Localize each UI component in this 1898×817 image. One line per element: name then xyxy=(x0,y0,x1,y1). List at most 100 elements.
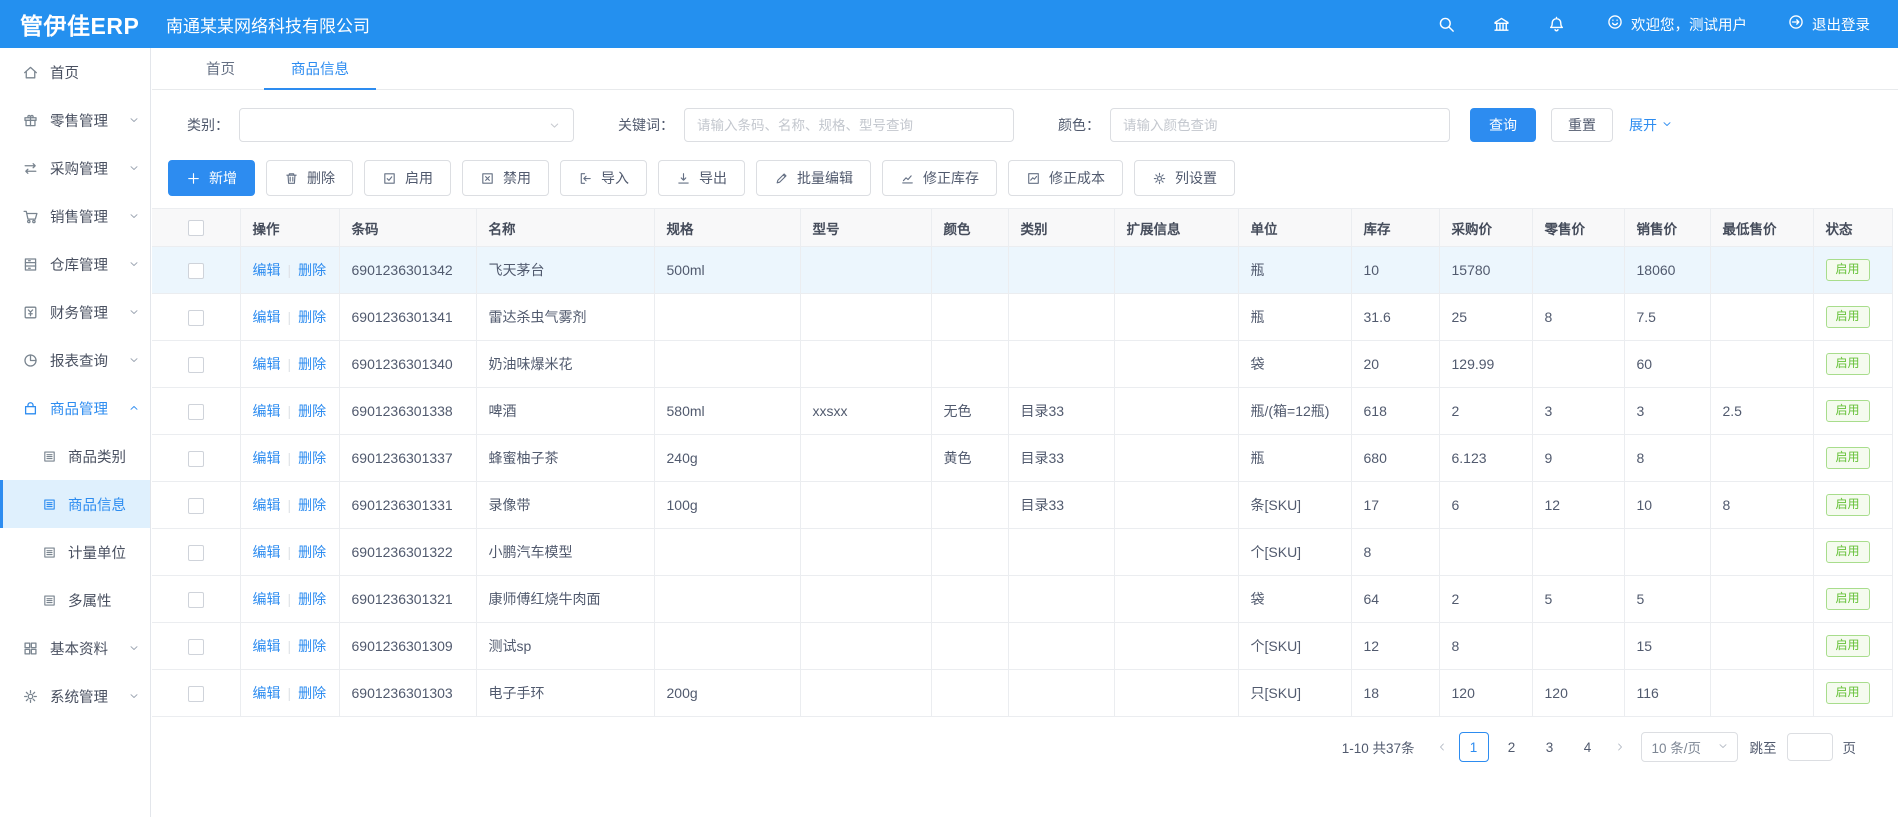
toolbar-button-导入[interactable]: 导入 xyxy=(560,160,647,196)
table-cell xyxy=(1710,294,1813,341)
table-cell: 116 xyxy=(1624,670,1710,717)
table-cell xyxy=(1710,341,1813,388)
toolbar-button-启用[interactable]: 启用 xyxy=(364,160,451,196)
toolbar-button-修正库存[interactable]: 修正库存 xyxy=(882,160,997,196)
sidebar-item-商品类别[interactable]: 商品类别 xyxy=(0,432,150,480)
edit-link[interactable]: 编辑 xyxy=(253,591,281,607)
table-cell xyxy=(1008,670,1114,717)
toolbar-button-列设置[interactable]: 列设置 xyxy=(1134,160,1235,196)
edit-link[interactable]: 编辑 xyxy=(253,685,281,701)
chevron-down-icon xyxy=(128,690,140,702)
table-cell: 个[SKU] xyxy=(1238,623,1351,670)
edit-link[interactable]: 编辑 xyxy=(253,638,281,654)
table-cell xyxy=(931,623,1008,670)
row-checkbox[interactable] xyxy=(188,592,204,608)
table-cell: 120 xyxy=(1439,670,1532,717)
row-checkbox[interactable] xyxy=(188,639,204,655)
expand-link[interactable]: 展开 xyxy=(1629,115,1673,135)
chevron-down-icon xyxy=(1661,118,1673,130)
sidebar-item-label: 采购管理 xyxy=(50,158,108,179)
delete-link[interactable]: 删除 xyxy=(298,356,326,372)
page-suffix: 页 xyxy=(1843,737,1857,757)
next-page-button[interactable] xyxy=(1607,732,1633,762)
table-cell xyxy=(931,294,1008,341)
sidebar-item-商品管理[interactable]: 商品管理 xyxy=(0,384,150,432)
jump-page-input[interactable] xyxy=(1787,733,1833,761)
prev-page-button[interactable] xyxy=(1429,732,1455,762)
edit-link[interactable]: 编辑 xyxy=(253,497,281,513)
sidebar-item-系统管理[interactable]: 系统管理 xyxy=(0,672,150,720)
sidebar-item-计量单位[interactable]: 计量单位 xyxy=(0,528,150,576)
edit-link[interactable]: 编辑 xyxy=(253,356,281,372)
delete-link[interactable]: 删除 xyxy=(298,497,326,513)
row-checkbox[interactable] xyxy=(188,310,204,326)
delete-link[interactable]: 删除 xyxy=(298,685,326,701)
sidebar-item-采购管理[interactable]: 采购管理 xyxy=(0,144,150,192)
page-button-3[interactable]: 3 xyxy=(1535,732,1565,762)
tab-商品信息[interactable]: 商品信息 xyxy=(291,48,349,89)
delete-link[interactable]: 删除 xyxy=(298,544,326,560)
delete-link[interactable]: 删除 xyxy=(298,309,326,325)
sidebar-item-销售管理[interactable]: 销售管理 xyxy=(0,192,150,240)
toolbar-button-修正成本[interactable]: 修正成本 xyxy=(1008,160,1123,196)
select-all-checkbox[interactable] xyxy=(188,220,204,236)
color-input[interactable] xyxy=(1110,108,1450,142)
toolbar-button-禁用[interactable]: 禁用 xyxy=(462,160,549,196)
sidebar-item-报表查询[interactable]: 报表查询 xyxy=(0,336,150,384)
row-checkbox[interactable] xyxy=(188,686,204,702)
delete-link[interactable]: 删除 xyxy=(298,591,326,607)
keyword-input[interactable] xyxy=(684,108,1014,142)
page-button-2[interactable]: 2 xyxy=(1497,732,1527,762)
column-header: 采购价 xyxy=(1439,209,1532,247)
row-checkbox[interactable] xyxy=(188,404,204,420)
bell-icon[interactable] xyxy=(1547,15,1566,34)
search-button[interactable]: 查询 xyxy=(1470,108,1536,142)
edit-link[interactable]: 编辑 xyxy=(253,450,281,466)
sidebar-item-首页[interactable]: 首页 xyxy=(0,48,150,96)
table-cell: 6 xyxy=(1439,482,1532,529)
toolbar-button-批量编辑[interactable]: 批量编辑 xyxy=(756,160,871,196)
delete-link[interactable]: 删除 xyxy=(298,638,326,654)
logout-button[interactable]: 退出登录 xyxy=(1787,13,1870,35)
sidebar-item-仓库管理[interactable]: 仓库管理 xyxy=(0,240,150,288)
row-checkbox[interactable] xyxy=(188,545,204,561)
bank-icon[interactable] xyxy=(1492,15,1511,34)
edit-link[interactable]: 编辑 xyxy=(253,309,281,325)
report-icon xyxy=(22,352,39,369)
edit-link[interactable]: 编辑 xyxy=(253,403,281,419)
tab-首页[interactable]: 首页 xyxy=(206,48,235,89)
reset-button[interactable]: 重置 xyxy=(1551,108,1613,142)
row-checkbox[interactable] xyxy=(188,263,204,279)
welcome-user[interactable]: 欢迎您，测试用户 xyxy=(1606,13,1747,35)
row-checkbox[interactable] xyxy=(188,357,204,373)
table-cell xyxy=(1008,294,1114,341)
sidebar-item-零售管理[interactable]: 零售管理 xyxy=(0,96,150,144)
delete-link[interactable]: 删除 xyxy=(298,262,326,278)
status-badge: 启用 xyxy=(1826,682,1870,704)
delete-link[interactable]: 删除 xyxy=(298,403,326,419)
sidebar-item-商品信息[interactable]: 商品信息 xyxy=(0,480,150,528)
toolbar-button-删除[interactable]: 删除 xyxy=(266,160,353,196)
edit-link[interactable]: 编辑 xyxy=(253,262,281,278)
table-cell: 9 xyxy=(1532,435,1624,482)
sidebar-item-多属性[interactable]: 多属性 xyxy=(0,576,150,624)
page-button-1[interactable]: 1 xyxy=(1459,732,1489,762)
welcome-text: 欢迎您，测试用户 xyxy=(1631,14,1747,35)
sidebar-item-财务管理[interactable]: 财务管理 xyxy=(0,288,150,336)
category-select[interactable] xyxy=(239,108,574,142)
table-cell: 18 xyxy=(1351,670,1439,717)
edit-link[interactable]: 编辑 xyxy=(253,544,281,560)
table-cell: 8 xyxy=(1624,435,1710,482)
search-icon[interactable] xyxy=(1437,15,1456,34)
toolbar-button-导出[interactable]: 导出 xyxy=(658,160,745,196)
row-checkbox[interactable] xyxy=(188,498,204,514)
row-checkbox[interactable] xyxy=(188,451,204,467)
toolbar-button-新增[interactable]: 新增 xyxy=(168,160,255,196)
page-size-select[interactable]: 10 条/页 xyxy=(1641,732,1738,762)
header-actions: 欢迎您，测试用户 退出登录 xyxy=(1401,13,1898,35)
page-button-4[interactable]: 4 xyxy=(1573,732,1603,762)
table-cell: 31.6 xyxy=(1351,294,1439,341)
goods-icon xyxy=(22,400,39,417)
sidebar-item-基本资料[interactable]: 基本资料 xyxy=(0,624,150,672)
delete-link[interactable]: 删除 xyxy=(298,450,326,466)
